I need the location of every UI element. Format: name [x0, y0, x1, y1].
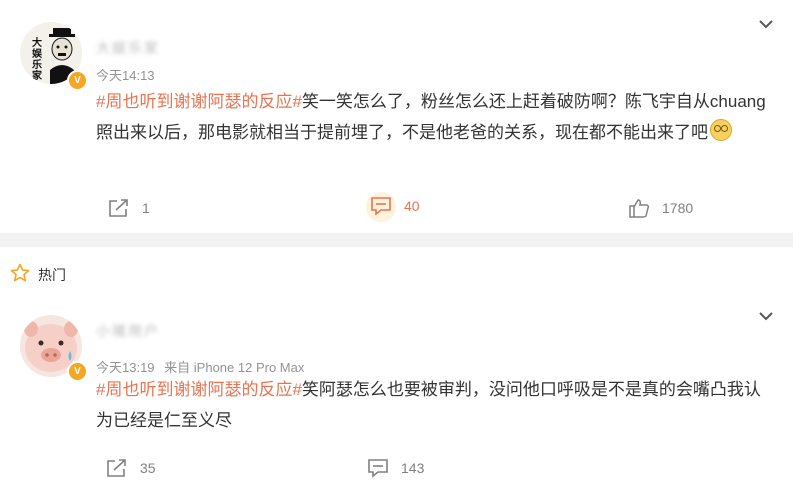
avatar-text: 大娱乐家: [32, 38, 42, 82]
like-button[interactable]: 1780: [628, 198, 693, 218]
topic-link[interactable]: #周也听到谢谢阿瑟的反应#: [96, 92, 302, 111]
star-icon: [10, 263, 30, 282]
topic-link[interactable]: #周也听到谢谢阿瑟的反应#: [96, 380, 302, 399]
comment-icon: [371, 197, 391, 216]
username[interactable]: 大娱乐家: [96, 38, 160, 58]
share-count: 35: [140, 460, 156, 476]
chevron-down-icon[interactable]: [759, 17, 773, 31]
thumbs-up-icon: [629, 199, 650, 218]
comment-button[interactable]: 143: [367, 458, 424, 478]
section-divider: [0, 233, 793, 247]
post-meta: 今天14:13: [96, 65, 161, 84]
verified-badge: V: [67, 70, 88, 91]
chevron-down-icon[interactable]: [759, 309, 773, 323]
comment-count: 40: [404, 198, 420, 214]
share-icon: [107, 459, 126, 477]
comment-count: 143: [401, 460, 425, 476]
post-time: 今天13:19: [96, 360, 155, 375]
hot-section-header: 热门: [0, 255, 793, 289]
verified-badge: V: [67, 361, 88, 382]
post-content: #周也听到谢谢阿瑟的反应#笑一笑怎么了，粉丝怎么还上赶着破防啊？陈飞宇自从chu…: [96, 86, 776, 148]
share-button[interactable]: 35: [106, 458, 156, 478]
post-content: #周也听到谢谢阿瑟的反应#笑阿瑟怎么也要被审判，没问他口呼吸是不是真的会嘴凸我认…: [96, 374, 776, 436]
weibo-post-1: 大娱乐家 V 大娱乐家 今天14:13 #周也听到谢谢阿瑟的反应#笑一笑怎么了，…: [0, 0, 793, 233]
comment-button[interactable]: 40: [366, 192, 420, 222]
dizzy-face-emoji-icon: [710, 119, 732, 141]
like-count: 1780: [662, 200, 694, 216]
weibo-post-2: V 小猪用户 今天13:19 来自 iPhone 12 Pro Max #周也听…: [0, 295, 793, 495]
share-count: 1: [142, 200, 150, 216]
share-button[interactable]: 1: [108, 198, 150, 218]
post-time: 今天14:13: [96, 68, 155, 83]
post-source: 来自 iPhone 12 Pro Max: [164, 360, 305, 375]
hot-label: 热门: [38, 267, 66, 283]
username[interactable]: 小猪用户: [96, 321, 160, 341]
share-icon: [109, 199, 128, 217]
comment-icon: [368, 459, 388, 478]
